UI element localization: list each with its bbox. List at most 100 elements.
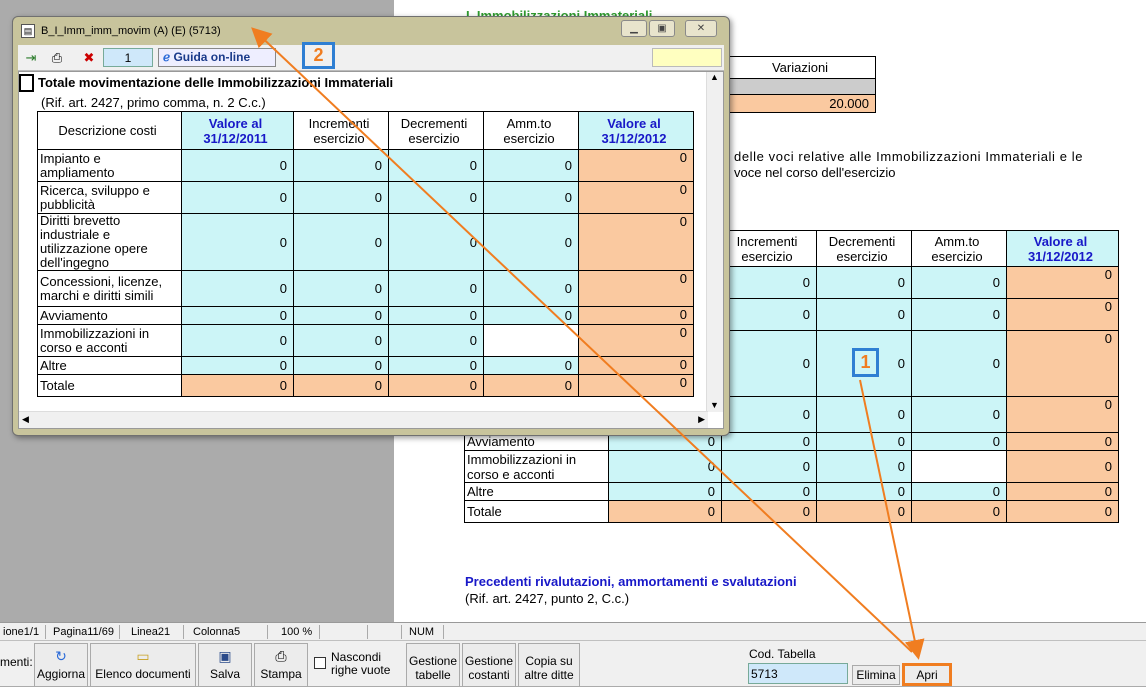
delete-icon[interactable]: ✖ <box>80 49 98 67</box>
doc-value-cell[interactable]: 0 <box>911 432 1007 451</box>
apri-button[interactable]: Apri <box>902 663 952 686</box>
doc-value-cell[interactable]: 0 <box>816 266 912 299</box>
doc-value-cell[interactable]: 0 <box>721 298 817 331</box>
vertical-scrollbar[interactable]: ▲ ▼ <box>706 72 723 412</box>
doc-value-cell[interactable]: 0 <box>1006 432 1119 451</box>
maximize-icon[interactable]: ▣ <box>649 20 675 37</box>
window-value-cell[interactable]: 0 <box>578 149 694 182</box>
doc-value-cell[interactable]: 0 <box>1006 482 1119 501</box>
doc-value-cell[interactable]: 0 <box>911 482 1007 501</box>
doc-value-cell[interactable]: 0 <box>816 396 912 433</box>
doc-value-cell[interactable]: 0 <box>911 330 1007 397</box>
doc-value-cell[interactable]: 0 <box>721 482 817 501</box>
variazioni-value[interactable]: 20.000 <box>728 94 876 113</box>
window-value-cell[interactable]: 0 <box>181 306 294 325</box>
doc-value-cell[interactable]: 0 <box>721 266 817 299</box>
window-value-cell[interactable]: 0 <box>388 213 484 271</box>
salva-button[interactable]: ▣ Salva <box>198 643 252 687</box>
doc-value-cell[interactable]: 0 <box>911 396 1007 433</box>
gestione-costanti-button[interactable]: Gestione costanti <box>462 643 516 687</box>
window-value-cell[interactable]: 0 <box>293 149 389 182</box>
doc-value-cell[interactable]: 0 <box>608 500 722 523</box>
window-value-cell[interactable]: 0 <box>293 306 389 325</box>
window-value-cell[interactable]: 0 <box>578 324 694 357</box>
doc-value-cell[interactable] <box>911 450 1007 483</box>
window-titlebar[interactable]: ▤ B_I_Imm_imm_movim (A) (E) (5713) ▁ ▣ ✕ <box>13 17 729 45</box>
doc-value-cell[interactable]: 0 <box>608 482 722 501</box>
print-icon[interactable]: ⎙ <box>48 49 66 67</box>
doc-value-cell[interactable]: 0 <box>721 450 817 483</box>
doc-value-cell[interactable]: 0 <box>721 500 817 523</box>
scroll-up-icon[interactable]: ▲ <box>710 72 719 82</box>
horizontal-scrollbar[interactable]: ◀ ▶ <box>19 411 708 428</box>
window-value-cell[interactable]: 0 <box>181 270 294 307</box>
cod-tabella-input[interactable] <box>748 663 848 684</box>
window-value-cell[interactable]: 0 <box>483 306 579 325</box>
aggiorna-button[interactable]: ↻ Aggiorna <box>34 643 88 687</box>
window-value-cell[interactable] <box>483 324 579 357</box>
window-value-cell[interactable]: 0 <box>578 306 694 325</box>
copia-ditte-button[interactable]: Copia su altre ditte <box>518 643 580 687</box>
window-value-cell[interactable]: 0 <box>483 149 579 182</box>
window-value-cell[interactable]: 0 <box>181 149 294 182</box>
doc-value-cell[interactable]: 0 <box>721 432 817 451</box>
window-value-cell[interactable]: 0 <box>483 356 579 375</box>
doc-value-cell[interactable]: 0 <box>721 330 817 397</box>
doc-value-cell[interactable]: 0 <box>1006 450 1119 483</box>
window-value-cell[interactable]: 0 <box>293 270 389 307</box>
nascondi-checkbox[interactable] <box>314 657 326 669</box>
doc-value-cell[interactable]: 0 <box>1006 500 1119 523</box>
close-icon[interactable]: ✕ <box>685 20 717 37</box>
window-value-cell[interactable]: 0 <box>293 324 389 357</box>
window-value-cell[interactable]: 0 <box>388 181 484 214</box>
doc-value-cell[interactable]: 0 <box>816 500 912 523</box>
stampa-button[interactable]: ⎙ Stampa <box>254 643 308 687</box>
window-value-cell[interactable]: 0 <box>293 356 389 375</box>
doc-value-cell[interactable]: 0 <box>911 298 1007 331</box>
window-value-cell[interactable]: 0 <box>293 213 389 271</box>
scroll-left-icon[interactable]: ◀ <box>22 414 29 425</box>
doc-value-cell[interactable]: 0 <box>816 432 912 451</box>
doc-value-cell[interactable]: 0 <box>1006 330 1119 397</box>
doc-value-cell[interactable]: 0 <box>608 450 722 483</box>
window-value-cell[interactable]: 0 <box>181 181 294 214</box>
window-value-cell[interactable]: 0 <box>388 324 484 357</box>
window-value-cell[interactable]: 0 <box>293 374 389 397</box>
window-value-cell[interactable]: 0 <box>578 213 694 271</box>
minimize-icon[interactable]: ▁ <box>621 20 647 37</box>
window-value-cell[interactable]: 0 <box>483 213 579 271</box>
window-value-cell[interactable]: 0 <box>483 374 579 397</box>
doc-value-cell[interactable]: 0 <box>721 396 817 433</box>
doc-value-cell[interactable]: 0 <box>1006 266 1119 299</box>
doc-value-cell[interactable]: 0 <box>911 500 1007 523</box>
window-value-cell[interactable]: 0 <box>578 181 694 214</box>
window-value-cell[interactable]: 0 <box>181 356 294 375</box>
window-value-cell[interactable]: 0 <box>388 270 484 307</box>
window-value-cell[interactable]: 0 <box>483 270 579 307</box>
window-value-cell[interactable]: 0 <box>388 306 484 325</box>
window-value-cell[interactable]: 0 <box>578 356 694 375</box>
doc-value-cell[interactable]: 0 <box>816 298 912 331</box>
page-number-input[interactable] <box>103 48 153 67</box>
doc-value-cell[interactable]: 0 <box>1006 298 1119 331</box>
help-online-button[interactable]: ℯ Guida on-line <box>158 48 276 67</box>
window-value-cell[interactable]: 0 <box>388 356 484 375</box>
window-value-cell[interactable]: 0 <box>181 213 294 271</box>
gestione-tabelle-button[interactable]: Gestione tabelle <box>406 643 460 687</box>
window-value-cell[interactable]: 0 <box>293 181 389 214</box>
scroll-right-icon[interactable]: ▶ <box>698 414 705 425</box>
row-selector[interactable] <box>19 74 34 92</box>
window-value-cell[interactable]: 0 <box>388 149 484 182</box>
doc-value-cell[interactable]: 0 <box>911 266 1007 299</box>
exit-icon[interactable]: ⇥ <box>22 49 40 67</box>
scroll-down-icon[interactable]: ▼ <box>710 400 719 410</box>
window-value-cell[interactable]: 0 <box>578 374 694 397</box>
doc-value-cell[interactable]: 0 <box>816 482 912 501</box>
window-value-cell[interactable]: 0 <box>578 270 694 307</box>
window-value-cell[interactable]: 0 <box>388 374 484 397</box>
doc-value-cell[interactable]: 0 <box>1006 396 1119 433</box>
window-value-cell[interactable]: 0 <box>181 324 294 357</box>
window-value-cell[interactable]: 0 <box>181 374 294 397</box>
elimina-button[interactable]: Elimina <box>852 665 900 685</box>
elenco-documenti-button[interactable]: ▭ Elenco documenti <box>90 643 196 687</box>
